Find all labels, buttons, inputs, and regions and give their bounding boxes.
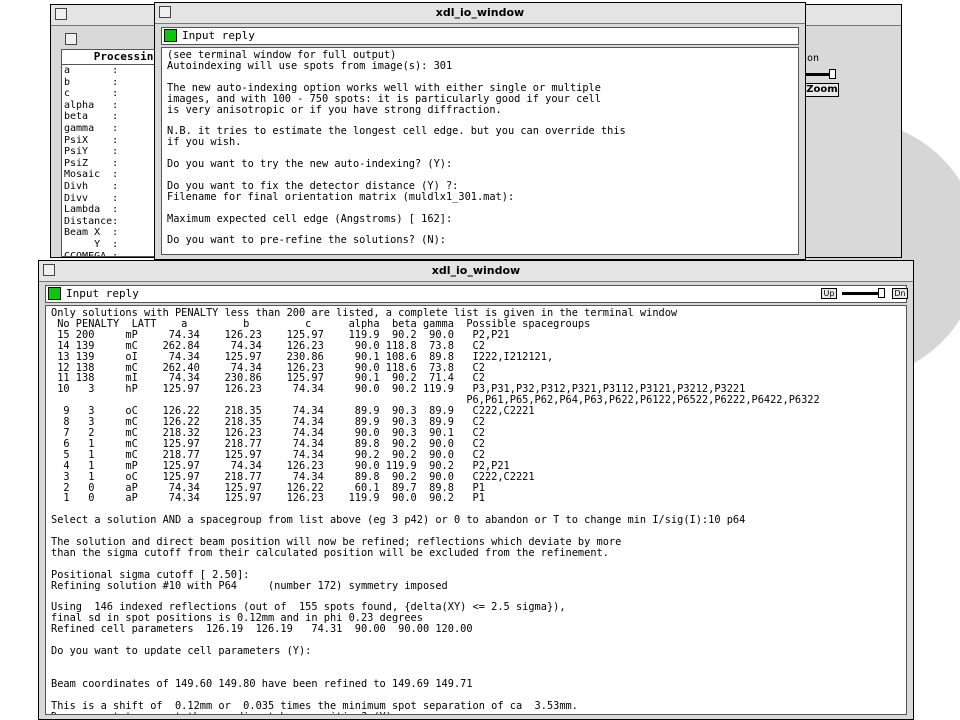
bottom-window-body: Input reply Up Dn Only solutions with PE…: [43, 283, 909, 715]
scroll-down-button[interactable]: Dn: [892, 288, 908, 299]
input-reply-label: Input reply: [182, 29, 255, 42]
background-slider-track[interactable]: [803, 73, 831, 76]
top-output-text: (see terminal window for full output) Au…: [167, 49, 626, 247]
parameter-label: Lambda :: [64, 204, 119, 216]
bottom-output-text: Only solutions with PENALTY less than 20…: [51, 307, 820, 714]
bottom-terminal-output: Only solutions with PENALTY less than 20…: [45, 305, 907, 715]
bottom-window-titlebar[interactable]: xdl_io_window: [39, 261, 913, 282]
scroll-slider-knob[interactable]: [878, 288, 885, 298]
top-io-window[interactable]: xdl_io_window Input reply (see terminal …: [154, 2, 806, 260]
parameter-label: Divv :: [64, 192, 119, 204]
parameter-label: CCOMEGA :: [64, 250, 119, 257]
top-window-body: Input reply (see terminal window for ful…: [159, 25, 801, 255]
parameter-label: Mosaic :: [64, 169, 119, 181]
parameter-label: beta :: [64, 111, 119, 123]
parameter-label: PsiX :: [64, 134, 119, 146]
parameter-label: c :: [64, 88, 119, 100]
scroll-up-button[interactable]: Up: [821, 288, 837, 299]
parameter-label: Y :: [94, 238, 119, 250]
bottom-window-menu-button[interactable]: [43, 264, 55, 276]
status-indicator-icon: [164, 29, 177, 42]
top-window-titlebar[interactable]: xdl_io_window: [155, 3, 805, 24]
status-indicator-icon: [48, 287, 61, 300]
zoom-button[interactable]: Zoom: [805, 83, 839, 97]
top-terminal-output: (see terminal window for full output) Au…: [161, 47, 799, 255]
input-reply-label: Input reply: [66, 287, 139, 300]
processing-window-menu-button[interactable]: [55, 8, 67, 20]
parameter-list: a : b : c : alpha : beta : gamma : PsiX …: [62, 65, 162, 257]
parameter-label: Distance:: [64, 215, 119, 227]
bottom-input-reply-field[interactable]: Input reply Up Dn: [45, 285, 908, 303]
processing-header: Processing: [62, 50, 162, 65]
scroll-slider-track[interactable]: [842, 292, 880, 295]
parameter-label: alpha :: [64, 99, 119, 111]
background-slider-knob[interactable]: [829, 69, 836, 79]
parameter-label: gamma :: [64, 122, 119, 134]
processing-panel: Processing a : b : c : alpha : beta : ga…: [61, 49, 163, 257]
parameter-label: Divh :: [64, 180, 119, 192]
inner-checkbox[interactable]: [65, 33, 77, 45]
parameter-label: b :: [64, 76, 119, 88]
parameter-label: PsiZ :: [64, 157, 119, 169]
parameter-label: Beam X :: [64, 227, 119, 239]
parameter-label: a :: [64, 65, 119, 76]
bottom-io-window[interactable]: xdl_io_window Input reply Up Dn Only sol…: [38, 260, 914, 720]
top-window-menu-button[interactable]: [159, 6, 171, 18]
parameter-label: PsiY :: [64, 146, 119, 158]
top-input-reply-field[interactable]: Input reply: [161, 27, 799, 45]
